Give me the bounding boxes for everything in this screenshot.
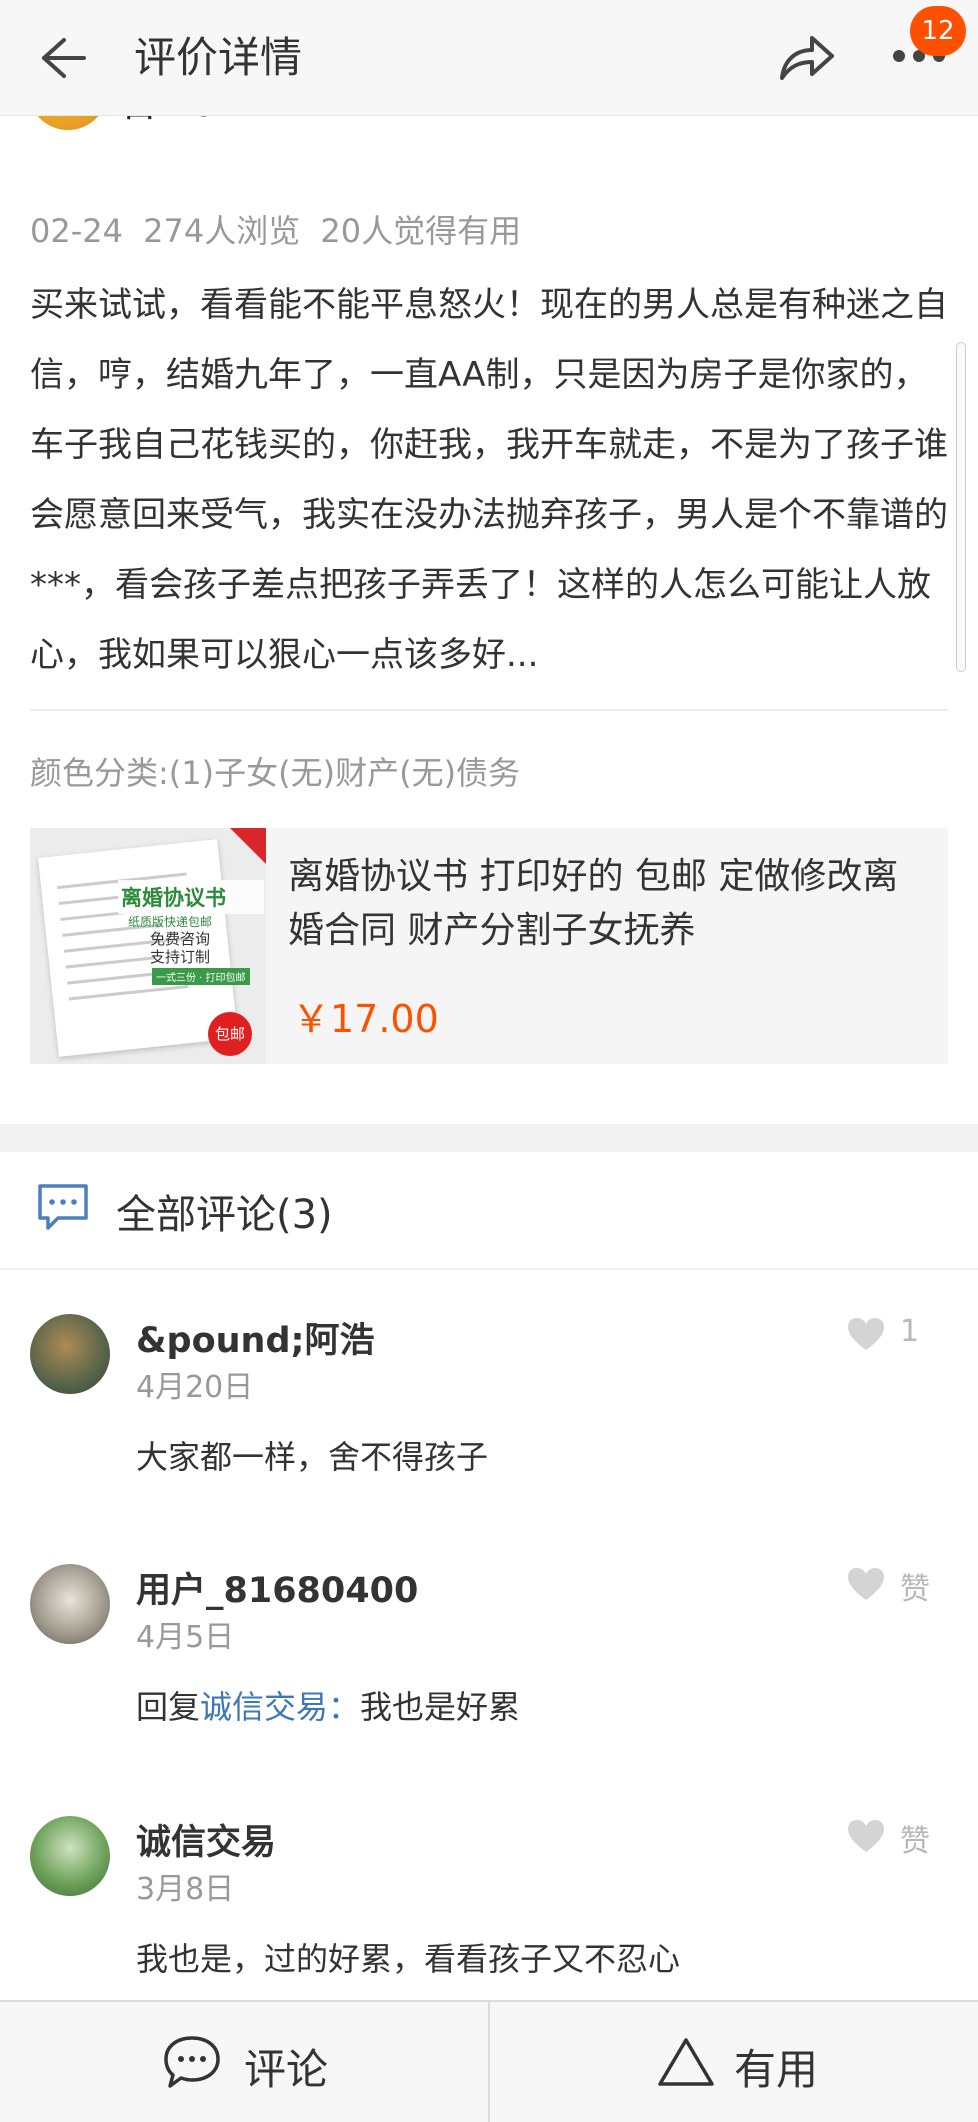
top-bar: 评价详情 12 [0,0,978,116]
review-meta: 02-24 274人浏览 20人觉得有用 [30,206,521,252]
product-card[interactable]: 离婚协议书 纸质版快递包邮 免费咨询 支持订制 一式三份 · 打印包邮 包邮 离… [30,828,948,1064]
corner-ribbon [230,828,266,864]
image-subtitle: 纸质版快递包邮 [128,915,213,929]
free-shipping-badge: 包邮 [208,1012,252,1056]
divider [30,709,948,711]
comment-date: 4月20日 [136,1370,254,1405]
comment-bubble-icon [38,1184,88,1230]
heart-icon [848,1318,884,1350]
like-button[interactable]: 赞 [846,1816,946,1859]
commenter-avatar[interactable] [30,1816,110,1896]
like-label: 赞 [900,1824,930,1859]
like-button[interactable]: 赞 [846,1564,946,1607]
back-arrow-icon[interactable] [40,36,88,80]
comments-header: 全部评论(3) [0,1152,978,1270]
text-scrollbar[interactable] [956,342,966,672]
review-date: 02-24 [30,212,123,250]
useful-button[interactable]: 有用 [490,2002,978,2122]
like-count: 1 [900,1314,920,1349]
review-useful-count: 20人觉得有用 [320,212,522,250]
comment-date: 4月5日 [136,1620,235,1655]
image-tag: 一式三份 · 打印包邮 [152,968,250,985]
comment-bubble-icon [164,2036,220,2088]
commenter-avatar[interactable] [30,1564,110,1644]
reply-target-link[interactable]: 诚信交易： [200,1688,360,1726]
heart-icon [848,1820,884,1852]
comment-text: 大家都一样，舍不得孩子 [136,1438,489,1476]
section-gap [0,1124,978,1152]
commenter-name[interactable]: &pound;阿浩 [136,1312,375,1363]
commenter-name[interactable]: 用户_81680400 [136,1562,418,1613]
review-views: 274人浏览 [143,212,301,250]
reply-prefix: 回复 [136,1688,201,1726]
comment-date: 3月8日 [136,1872,235,1907]
commenter-avatar[interactable] [30,1314,110,1394]
sku-info: 颜色分类:(1)子女(无)财产(无)债务 [30,754,521,792]
comment-text: 我也是，过的好累，看看孩子又不忍心 [136,1940,681,1978]
comments-title: 全部评论(3) [116,1192,333,1238]
comment-button-label: 评论 [244,2045,329,2094]
share-icon[interactable] [776,30,836,84]
product-image[interactable]: 离婚协议书 纸质版快递包邮 免费咨询 支持订制 一式三份 · 打印包邮 包邮 [30,828,266,1064]
comment-text: 回复诚信交易：我也是好累 [136,1682,520,1728]
useful-button-label: 有用 [734,2045,819,2094]
image-service-text: 免费咨询 支持订制 [150,930,211,966]
page-title: 评价详情 [134,33,303,82]
comment-item: 用户_81680400 4月5日 回复诚信交易：我也是好累 赞 [0,1564,978,1814]
triangle-icon [658,2038,714,2086]
product-title[interactable]: 离婚协议书 打印好的 包邮 定做修改离婚合同 财产分割子女抚养 [288,850,928,958]
comment-button[interactable]: 评论 [0,2002,490,2122]
comment-item: &pound;阿浩 4月20日 大家都一样，舍不得孩子 1 [0,1314,978,1564]
commenter-name[interactable]: 诚信交易 [136,1814,276,1865]
image-title: 离婚协议书 [118,880,264,914]
like-button[interactable]: 1 [846,1314,946,1354]
like-label: 赞 [900,1572,930,1607]
heart-icon [848,1568,884,1600]
reply-body: 我也是好累 [360,1688,521,1726]
review-text: 买来试试，看看能不能平息怒火！现在的男人总是有种迷之自信，哼，结婚九年了，一直A… [30,285,948,675]
product-price: ￥17.00 [292,997,439,1041]
bottom-action-bar: 评论 有用 [0,2000,978,2122]
notification-badge: 12 [910,6,966,56]
